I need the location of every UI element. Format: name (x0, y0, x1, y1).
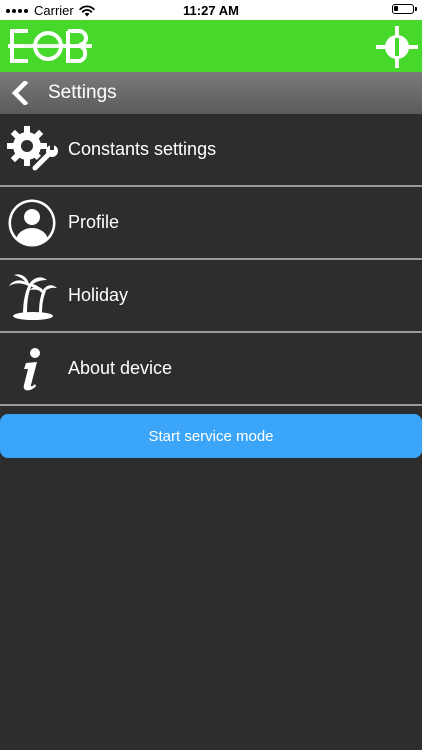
menu-item-label: Constants settings (68, 139, 217, 159)
menu-item-constants-settings[interactable]: Constants settings (0, 114, 422, 187)
status-time: 11:27 AM (183, 3, 239, 18)
menu-item-label: About device (68, 358, 173, 378)
crosshair-target-icon[interactable] (374, 24, 420, 70)
chevron-left-icon[interactable] (8, 81, 32, 105)
page-title: Settings (48, 82, 117, 103)
title-bar: Settings (0, 72, 422, 115)
menu-item-about-device[interactable]: About device (0, 333, 422, 406)
start-service-mode-button[interactable]: Start service mode (0, 414, 422, 458)
menu-item-profile[interactable]: Profile (0, 187, 422, 260)
settings-menu: Constants settings Profile Holiday About… (0, 114, 422, 406)
app-bar (0, 20, 422, 72)
menu-item-label: Profile (68, 212, 120, 232)
info-icon (23, 348, 40, 391)
battery-icon (392, 4, 417, 14)
user-profile-icon (8, 199, 56, 247)
status-bar: Carrier 11:27 AM (0, 0, 422, 20)
menu-item-holiday[interactable]: Holiday (0, 260, 422, 333)
eob-logo (8, 29, 92, 63)
gear-wrench-icon (7, 126, 58, 173)
menu-item-label: Holiday (68, 285, 129, 305)
palm-tree-icon (9, 274, 57, 320)
